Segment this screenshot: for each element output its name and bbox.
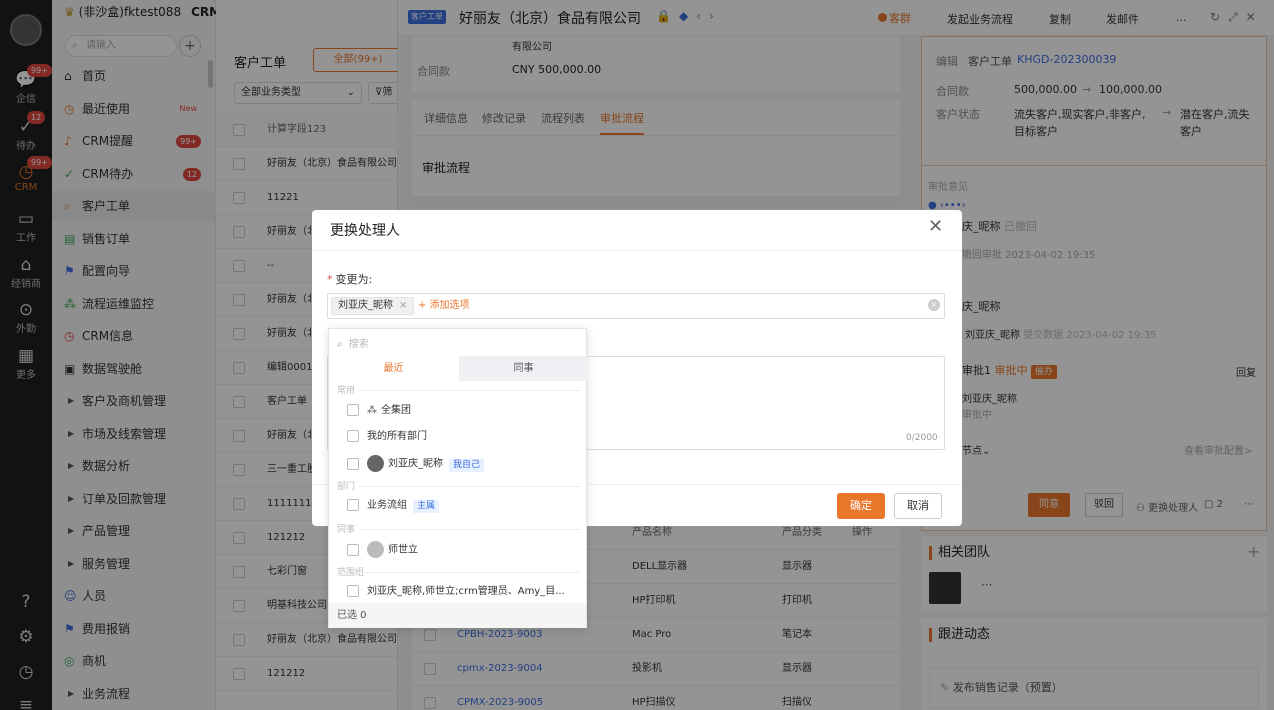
dropdown-search-input[interactable]: ⌕ 搜索 bbox=[337, 335, 369, 350]
confirm-button[interactable]: 确定 bbox=[837, 493, 885, 519]
tab-colleague[interactable]: 同事 bbox=[459, 356, 588, 381]
group-label: 常用 bbox=[337, 386, 356, 396]
option-me[interactable]: 刘亚庆_昵称 我自己 bbox=[347, 455, 485, 472]
selected-chip: 刘亚庆_昵称 × bbox=[331, 297, 415, 315]
option-colleague[interactable]: 师世立 bbox=[347, 541, 418, 558]
dialog-title: 更换处理人 bbox=[330, 223, 400, 239]
divider bbox=[359, 486, 581, 487]
handler-picker[interactable]: 刘亚庆_昵称 × + 添加选项 × bbox=[327, 293, 945, 319]
checkbox[interactable] bbox=[347, 457, 359, 470]
checkbox[interactable] bbox=[347, 404, 359, 416]
field-label: * 变更为: bbox=[327, 273, 373, 286]
dropdown-tabs: 最近 同事 bbox=[329, 356, 588, 381]
primary-tag: 主属 bbox=[413, 500, 440, 513]
option-all-group[interactable]: ⁂ 全集团 bbox=[347, 403, 411, 419]
group-label: 部门 bbox=[337, 482, 356, 492]
close-icon[interactable]: ✕ bbox=[928, 216, 943, 237]
group-label: 同事 bbox=[337, 525, 356, 535]
org-icon: ⁂ bbox=[367, 405, 377, 416]
clear-icon[interactable]: × bbox=[928, 299, 940, 311]
add-option-link[interactable]: + 添加选项 bbox=[418, 298, 470, 314]
checkbox[interactable] bbox=[347, 585, 359, 597]
option-my-departments[interactable]: 我的所有部门 bbox=[347, 429, 427, 445]
checkbox[interactable] bbox=[347, 430, 359, 442]
avatar bbox=[367, 541, 384, 558]
option-scope-group[interactable]: 刘亚庆_昵称,师世立;crm管理员、Amy_目... bbox=[347, 584, 565, 600]
option-department[interactable]: 业务流组 主属 bbox=[347, 498, 440, 514]
tab-recent[interactable]: 最近 bbox=[329, 356, 458, 381]
divider bbox=[359, 572, 581, 573]
char-counter: 0/2000 bbox=[906, 433, 938, 443]
checkbox[interactable] bbox=[347, 499, 359, 511]
search-icon: ⌕ bbox=[337, 339, 343, 350]
remove-chip-icon[interactable]: × bbox=[399, 300, 407, 311]
avatar bbox=[367, 455, 384, 472]
checkbox[interactable] bbox=[347, 543, 359, 556]
divider bbox=[312, 250, 962, 251]
selected-count: 已选 0 bbox=[329, 603, 586, 628]
handler-dropdown: ⌕ 搜索 最近 同事 常用 ⁂ 全集团 我的所有部门 刘亚庆_昵称 我自己 部门 业务… bbox=[328, 328, 588, 628]
divider bbox=[359, 529, 581, 530]
cancel-button[interactable]: 取消 bbox=[894, 493, 942, 519]
divider bbox=[359, 390, 581, 391]
self-tag: 我自己 bbox=[449, 458, 485, 472]
